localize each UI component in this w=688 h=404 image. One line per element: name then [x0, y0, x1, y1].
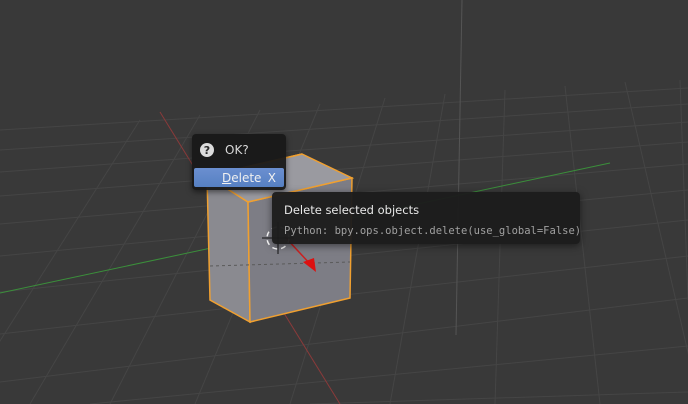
delete-mnemonic-letter: D: [222, 170, 232, 185]
delete-label-rest: elete: [231, 170, 262, 185]
delete-menu-item[interactable]: Delete X: [194, 168, 284, 187]
z-axis-line: [455, 0, 463, 336]
delete-menu-item-label: Delete: [222, 171, 261, 185]
question-circle-icon: ?: [200, 143, 214, 157]
3d-viewport[interactable]: ? OK? Delete X Delete selected objects P…: [0, 0, 688, 404]
tooltip-title: Delete selected objects: [284, 203, 420, 217]
operator-tooltip: Delete selected objects Python: bpy.ops.…: [272, 192, 582, 244]
tooltip-python: Python: bpy.ops.object.delete(use_global…: [284, 225, 582, 237]
confirm-menu-header: ? OK?: [200, 140, 249, 160]
delete-shortcut: X: [267, 170, 276, 185]
confirm-title: OK?: [225, 143, 249, 157]
delete-confirm-menu: ? OK? Delete X: [192, 134, 286, 190]
